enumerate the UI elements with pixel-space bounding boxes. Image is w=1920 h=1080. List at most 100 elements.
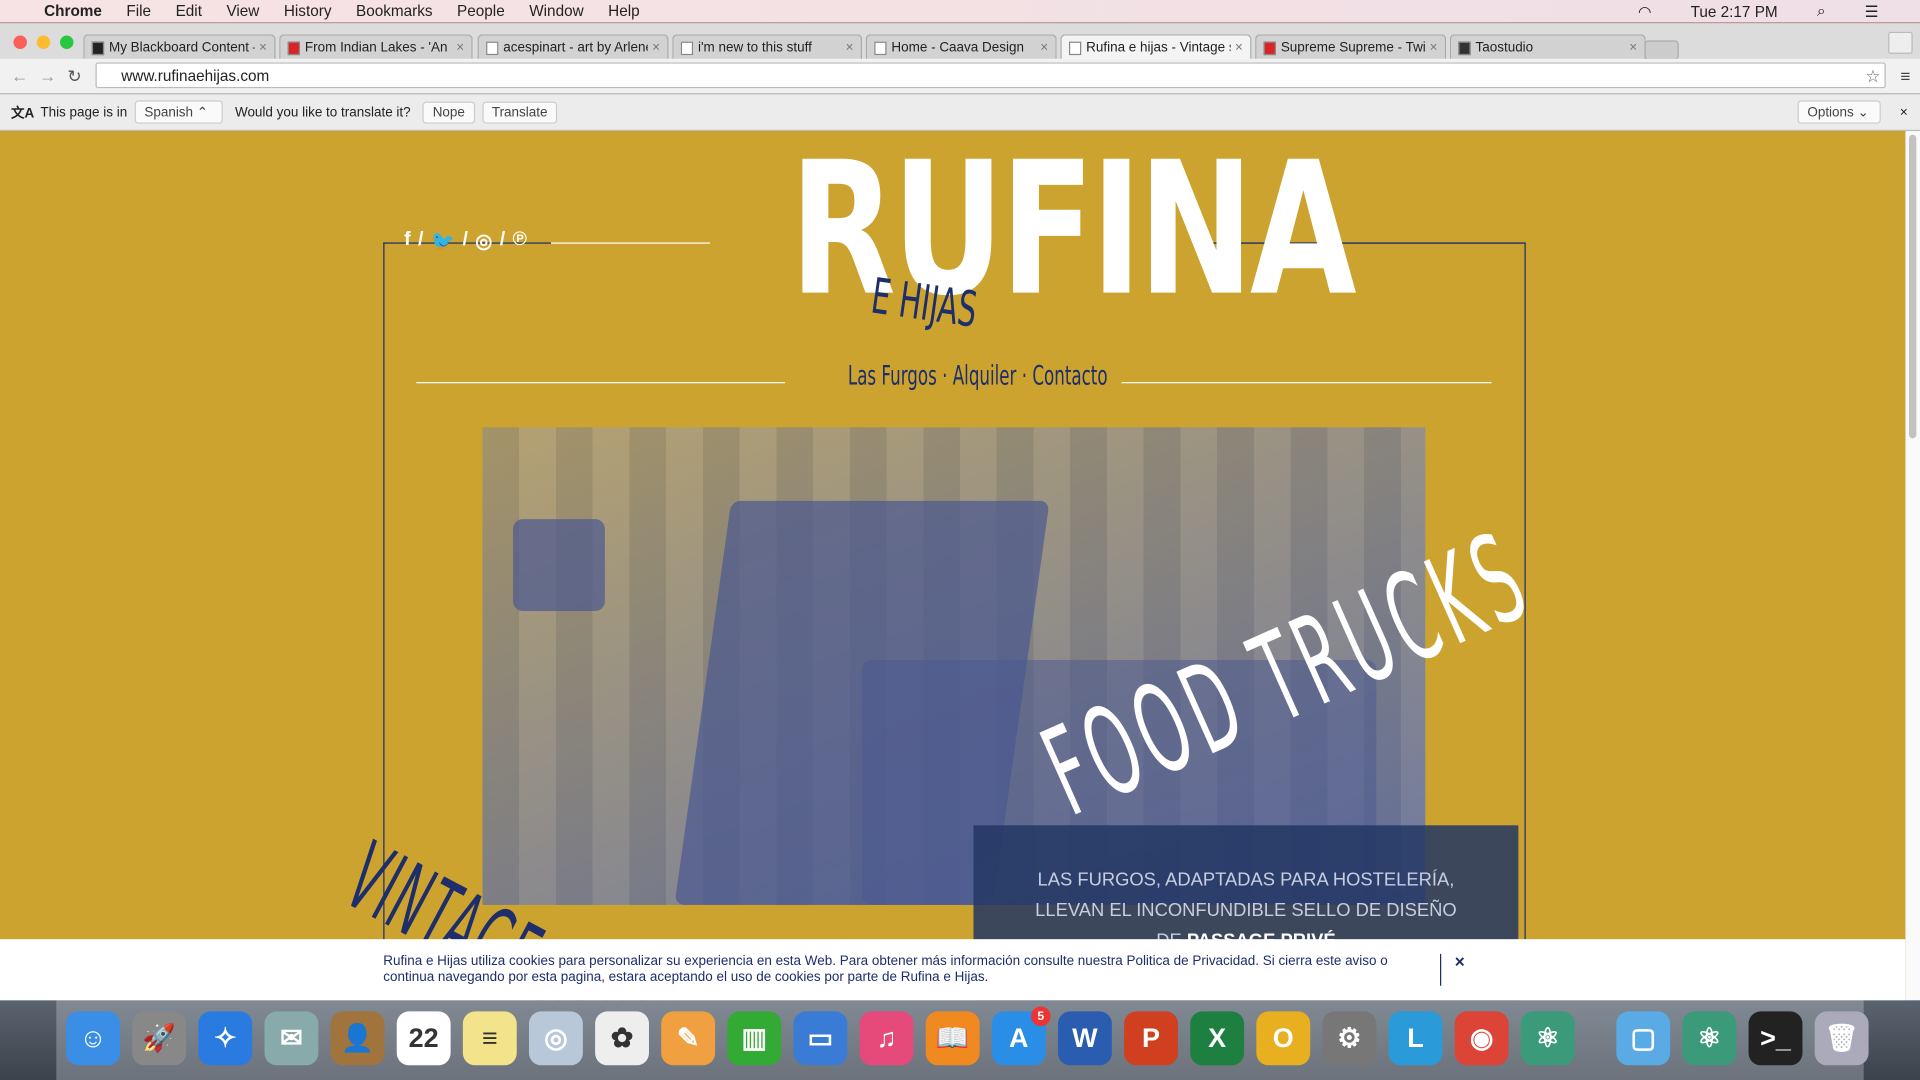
tab-title: Home - Caava Design — [891, 40, 1024, 56]
dock-app-numbers[interactable]: ▥ — [727, 1011, 782, 1066]
wifi-icon[interactable]: ◠ — [1638, 2, 1651, 21]
reload-button[interactable]: ↻ — [67, 66, 81, 87]
browser-tab[interactable]: acespinart - art by Arlene E × — [477, 34, 669, 61]
dock-app-outlook[interactable]: O — [1256, 1011, 1311, 1066]
dock-app-atom-helper[interactable]: ⚛ — [1682, 1011, 1737, 1066]
dock-app-preview[interactable]: ◎ — [528, 1011, 583, 1066]
app-icon: ▭ — [807, 1022, 834, 1054]
tab-title: Supreme Supreme - Twice — [1280, 40, 1425, 56]
tab-title: acespinart - art by Arlene E — [503, 40, 647, 56]
nav-las-furgos[interactable]: Las Furgos — [848, 361, 937, 392]
profile-icon[interactable] — [1888, 31, 1913, 54]
dock-app-ibooks[interactable]: 📖 — [925, 1011, 980, 1066]
close-translate-icon[interactable]: × — [1900, 105, 1908, 120]
menu-people[interactable]: People — [457, 2, 505, 19]
zoom-window-button[interactable] — [60, 35, 74, 49]
dock-app-finder[interactable]: ☺ — [66, 1011, 121, 1066]
menu-history[interactable]: History — [284, 2, 332, 19]
dock-app-launchpad[interactable]: 🚀 — [132, 1011, 187, 1066]
forward-button[interactable]: → — [39, 66, 56, 86]
notification-center-icon[interactable]: ☰ — [1865, 2, 1879, 21]
menu-edit[interactable]: Edit — [176, 2, 202, 19]
close-tab-icon[interactable]: × — [456, 40, 464, 55]
menu-help[interactable]: Help — [608, 2, 639, 19]
dock-app-itunes[interactable]: ♫ — [859, 1011, 914, 1066]
dock-app-keynote[interactable]: ▭ — [793, 1011, 848, 1066]
menu-app[interactable]: Chrome — [44, 2, 102, 19]
dock-app-folder[interactable]: ▢ — [1616, 1011, 1671, 1066]
close-tab-icon[interactable]: × — [259, 40, 267, 55]
options-label: Options — [1807, 105, 1854, 121]
nav-alquiler[interactable]: Alquiler — [953, 361, 1017, 392]
close-tab-icon[interactable]: × — [1235, 40, 1243, 55]
browser-tab[interactable]: Rufina e hijas - Vintage stre × — [1060, 34, 1252, 61]
dock-app-trash[interactable]: 🗑 — [1814, 1011, 1869, 1066]
menu-view[interactable]: View — [226, 2, 259, 19]
dock-app-powerpoint[interactable]: P — [1124, 1011, 1178, 1066]
nope-button[interactable]: Nope — [422, 101, 475, 124]
translate-prefix: This page is in — [40, 104, 128, 120]
dock-app-contacts[interactable]: 👤 — [330, 1011, 385, 1066]
app-icon: A — [1009, 1022, 1029, 1054]
close-tab-icon[interactable]: × — [652, 40, 660, 55]
app-icon: 👤 — [340, 1022, 375, 1054]
close-tab-icon[interactable]: × — [1040, 40, 1048, 55]
minimize-window-button[interactable] — [36, 35, 51, 49]
dock-app-mail[interactable]: ✉ — [264, 1011, 319, 1066]
translate-button[interactable]: Translate — [482, 101, 558, 124]
app-icon: 22 — [408, 1022, 439, 1054]
dock-app-excel[interactable]: X — [1190, 1011, 1245, 1066]
app-icon: X — [1208, 1022, 1227, 1054]
dock-app-chrome[interactable]: ◉ — [1454, 1011, 1509, 1066]
app-icon: L — [1407, 1022, 1424, 1054]
dock-app-calendar[interactable]: 22 — [396, 1011, 451, 1066]
browser-tab[interactable]: Taostudio × — [1449, 34, 1646, 61]
menu-bookmarks[interactable]: Bookmarks — [356, 2, 433, 19]
nav-contacto[interactable]: Contacto — [1032, 361, 1107, 392]
browser-tab[interactable]: My Blackboard Content – E × — [83, 34, 276, 61]
dock-app-terminal[interactable]: >_ — [1748, 1011, 1803, 1066]
browser-tab[interactable]: Home - Caava Design × — [865, 34, 1057, 61]
back-button[interactable]: ← — [11, 66, 28, 86]
mac-menubar: Chrome File Edit View History Bookmarks … — [0, 0, 1920, 23]
dock-app-pages[interactable]: ✎ — [661, 1011, 716, 1066]
chrome-menu-icon[interactable]: ≡ — [1900, 66, 1910, 86]
pinterest-icon[interactable]: ℗ — [513, 229, 527, 253]
close-tab-icon[interactable]: × — [1430, 40, 1438, 55]
dock-app-app-store[interactable]: A5 — [991, 1006, 1051, 1066]
dock-app-lync[interactable]: L — [1388, 1011, 1443, 1066]
menu-window[interactable]: Window — [529, 2, 583, 19]
browser-tab[interactable]: Supreme Supreme - Twice × — [1255, 34, 1447, 61]
browser-tab[interactable]: i'm new to this stuff × — [672, 34, 863, 61]
dock-app-notes[interactable]: ≡ — [462, 1011, 517, 1066]
dock-app-word[interactable]: W — [1057, 1011, 1112, 1066]
browser-tab[interactable]: From Indian Lakes - 'An × — [279, 34, 473, 61]
instagram-icon[interactable]: ◎ — [475, 229, 492, 253]
facebook-icon[interactable]: f — [404, 229, 411, 253]
bookmark-star-icon[interactable]: ☆ — [1865, 66, 1880, 87]
cookie-close-button[interactable]: × — [1455, 951, 1465, 971]
spotlight-icon[interactable]: ⌕ — [1817, 2, 1826, 20]
address-bar[interactable]: www.rufinaehijas.com — [95, 62, 1886, 89]
close-tab-icon[interactable]: × — [846, 40, 854, 55]
favicon-icon — [486, 41, 499, 55]
dock-app-system-preferences[interactable]: ⚙ — [1322, 1011, 1377, 1066]
dock-app-photos[interactable]: ✿ — [595, 1011, 649, 1066]
close-window-button[interactable] — [13, 35, 27, 49]
language-select[interactable]: Spanish ⌃ — [134, 100, 223, 124]
page-scrollbar[interactable] — [1905, 131, 1920, 1001]
new-tab-button[interactable] — [1644, 40, 1679, 61]
dock-app-atom[interactable]: ⚛ — [1520, 1011, 1575, 1066]
dock-app-safari[interactable]: ✧ — [198, 1011, 253, 1066]
screen: Chrome File Edit View History Bookmarks … — [0, 0, 1920, 1080]
options-button[interactable]: Options ⌄ — [1797, 100, 1881, 124]
close-tab-icon[interactable]: × — [1629, 40, 1637, 55]
scrollbar-thumb[interactable] — [1908, 134, 1917, 439]
app-icon: W — [1072, 1022, 1098, 1054]
favicon-icon — [287, 41, 301, 55]
twitter-icon[interactable]: 🐦 — [431, 229, 455, 253]
app-icon: ⚛ — [1535, 1022, 1560, 1054]
clock[interactable]: Tue 2:17 PM — [1691, 3, 1778, 20]
info-line-2: LLEVAN EL INCONFUNDIBLE SELLO DE DISEÑO — [1035, 900, 1457, 921]
menu-file[interactable]: File — [126, 2, 151, 19]
